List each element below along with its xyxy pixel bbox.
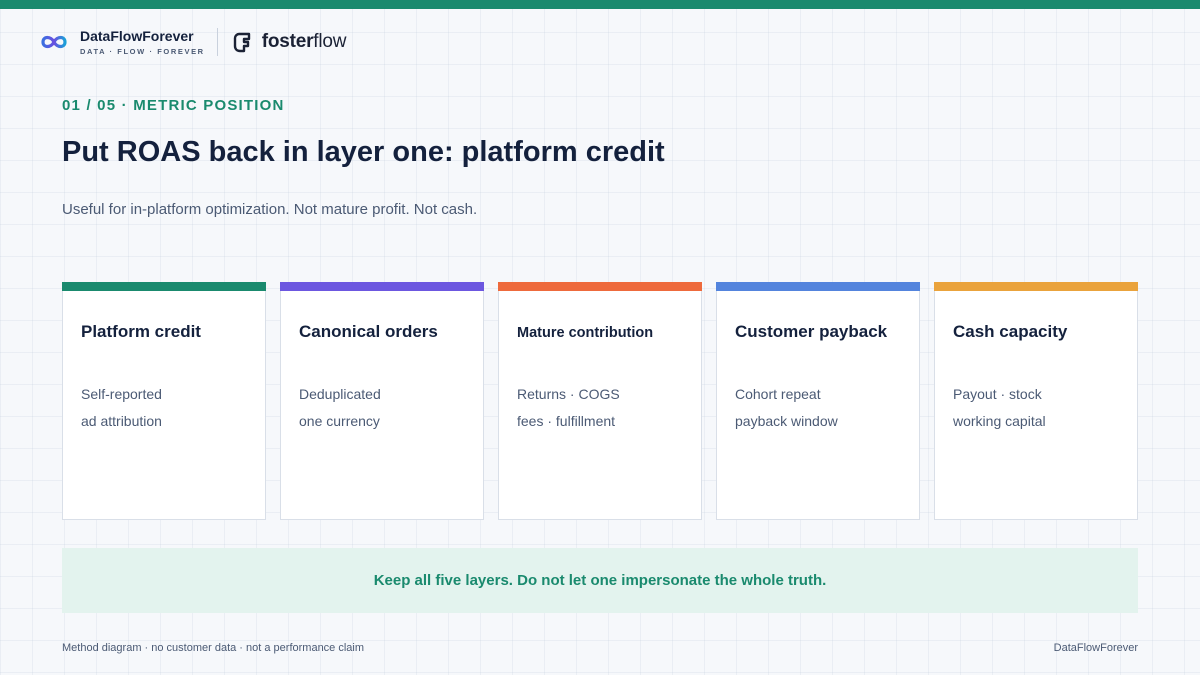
layer-card-cash-capacity: Cash capacity Payout · stock working cap… [934, 282, 1138, 520]
layer-color-bar [62, 282, 266, 291]
layer-card-platform-credit: Platform credit Self-reported ad attribu… [62, 282, 266, 520]
brand-divider [216, 28, 218, 56]
top-accent-bar [0, 0, 1200, 9]
layer-color-bar [716, 282, 920, 291]
takeaway-banner: Keep all five layers. Do not let one imp… [62, 548, 1138, 613]
layer-title: Platform credit [81, 322, 201, 341]
layer-color-bar [280, 282, 484, 291]
layer-card-customer-payback: Customer payback Cohort repeat payback w… [716, 282, 920, 520]
layer-title: Customer payback [735, 322, 888, 341]
takeaway-text: Keep all five layers. Do not let one imp… [373, 572, 827, 589]
footer-disclaimer: Method diagram · no customer data · not … [62, 642, 365, 654]
header-brand-row: DataFlowForever DATA · FLOW · FOREVER fo… [40, 26, 346, 58]
brand-name: DataFlowForever [80, 28, 194, 44]
layer-color-bar [498, 282, 702, 291]
layer-card-mature-contribution: Mature contribution Returns · COGS fees … [498, 282, 702, 520]
layer-title: Cash capacity [953, 322, 1068, 341]
slide-subtitle: Useful for in-platform optimization. Not… [62, 201, 478, 218]
slide-eyebrow: 01 / 05 · METRIC POSITION [62, 97, 285, 114]
layer-detail-line: fees · fulfillment [517, 413, 616, 429]
layer-detail-line: payback window [735, 413, 838, 429]
layer-title: Canonical orders [299, 322, 438, 341]
slide-title: Put ROAS back in layer one: platform cre… [62, 136, 665, 168]
layer-detail-line: working capital [953, 413, 1046, 429]
footer-brand: DataFlowForever [1053, 642, 1138, 654]
layer-detail-line: Returns · COGS [517, 386, 620, 402]
layer-detail-line: Cohort repeat [735, 386, 821, 402]
layer-card-canonical-orders: Canonical orders Deduplicated one curren… [280, 282, 484, 520]
layer-title: Mature contribution [517, 325, 654, 341]
layer-detail-line: Self-reported [81, 386, 162, 402]
layer-color-bar [934, 282, 1138, 291]
brand-tagline: DATA · FLOW · FOREVER [80, 47, 205, 56]
layer-detail-line: one currency [299, 413, 380, 429]
partner-name: fosterflow [261, 31, 347, 52]
layer-detail-line: Payout · stock [953, 386, 1042, 402]
layer-detail-line: ad attribution [81, 413, 162, 429]
infinity-logo-icon [41, 35, 67, 49]
layer-cards: Platform credit Self-reported ad attribu… [62, 282, 1138, 520]
layer-detail-line: Deduplicated [299, 386, 381, 402]
fosterflow-logo-icon [233, 32, 250, 53]
